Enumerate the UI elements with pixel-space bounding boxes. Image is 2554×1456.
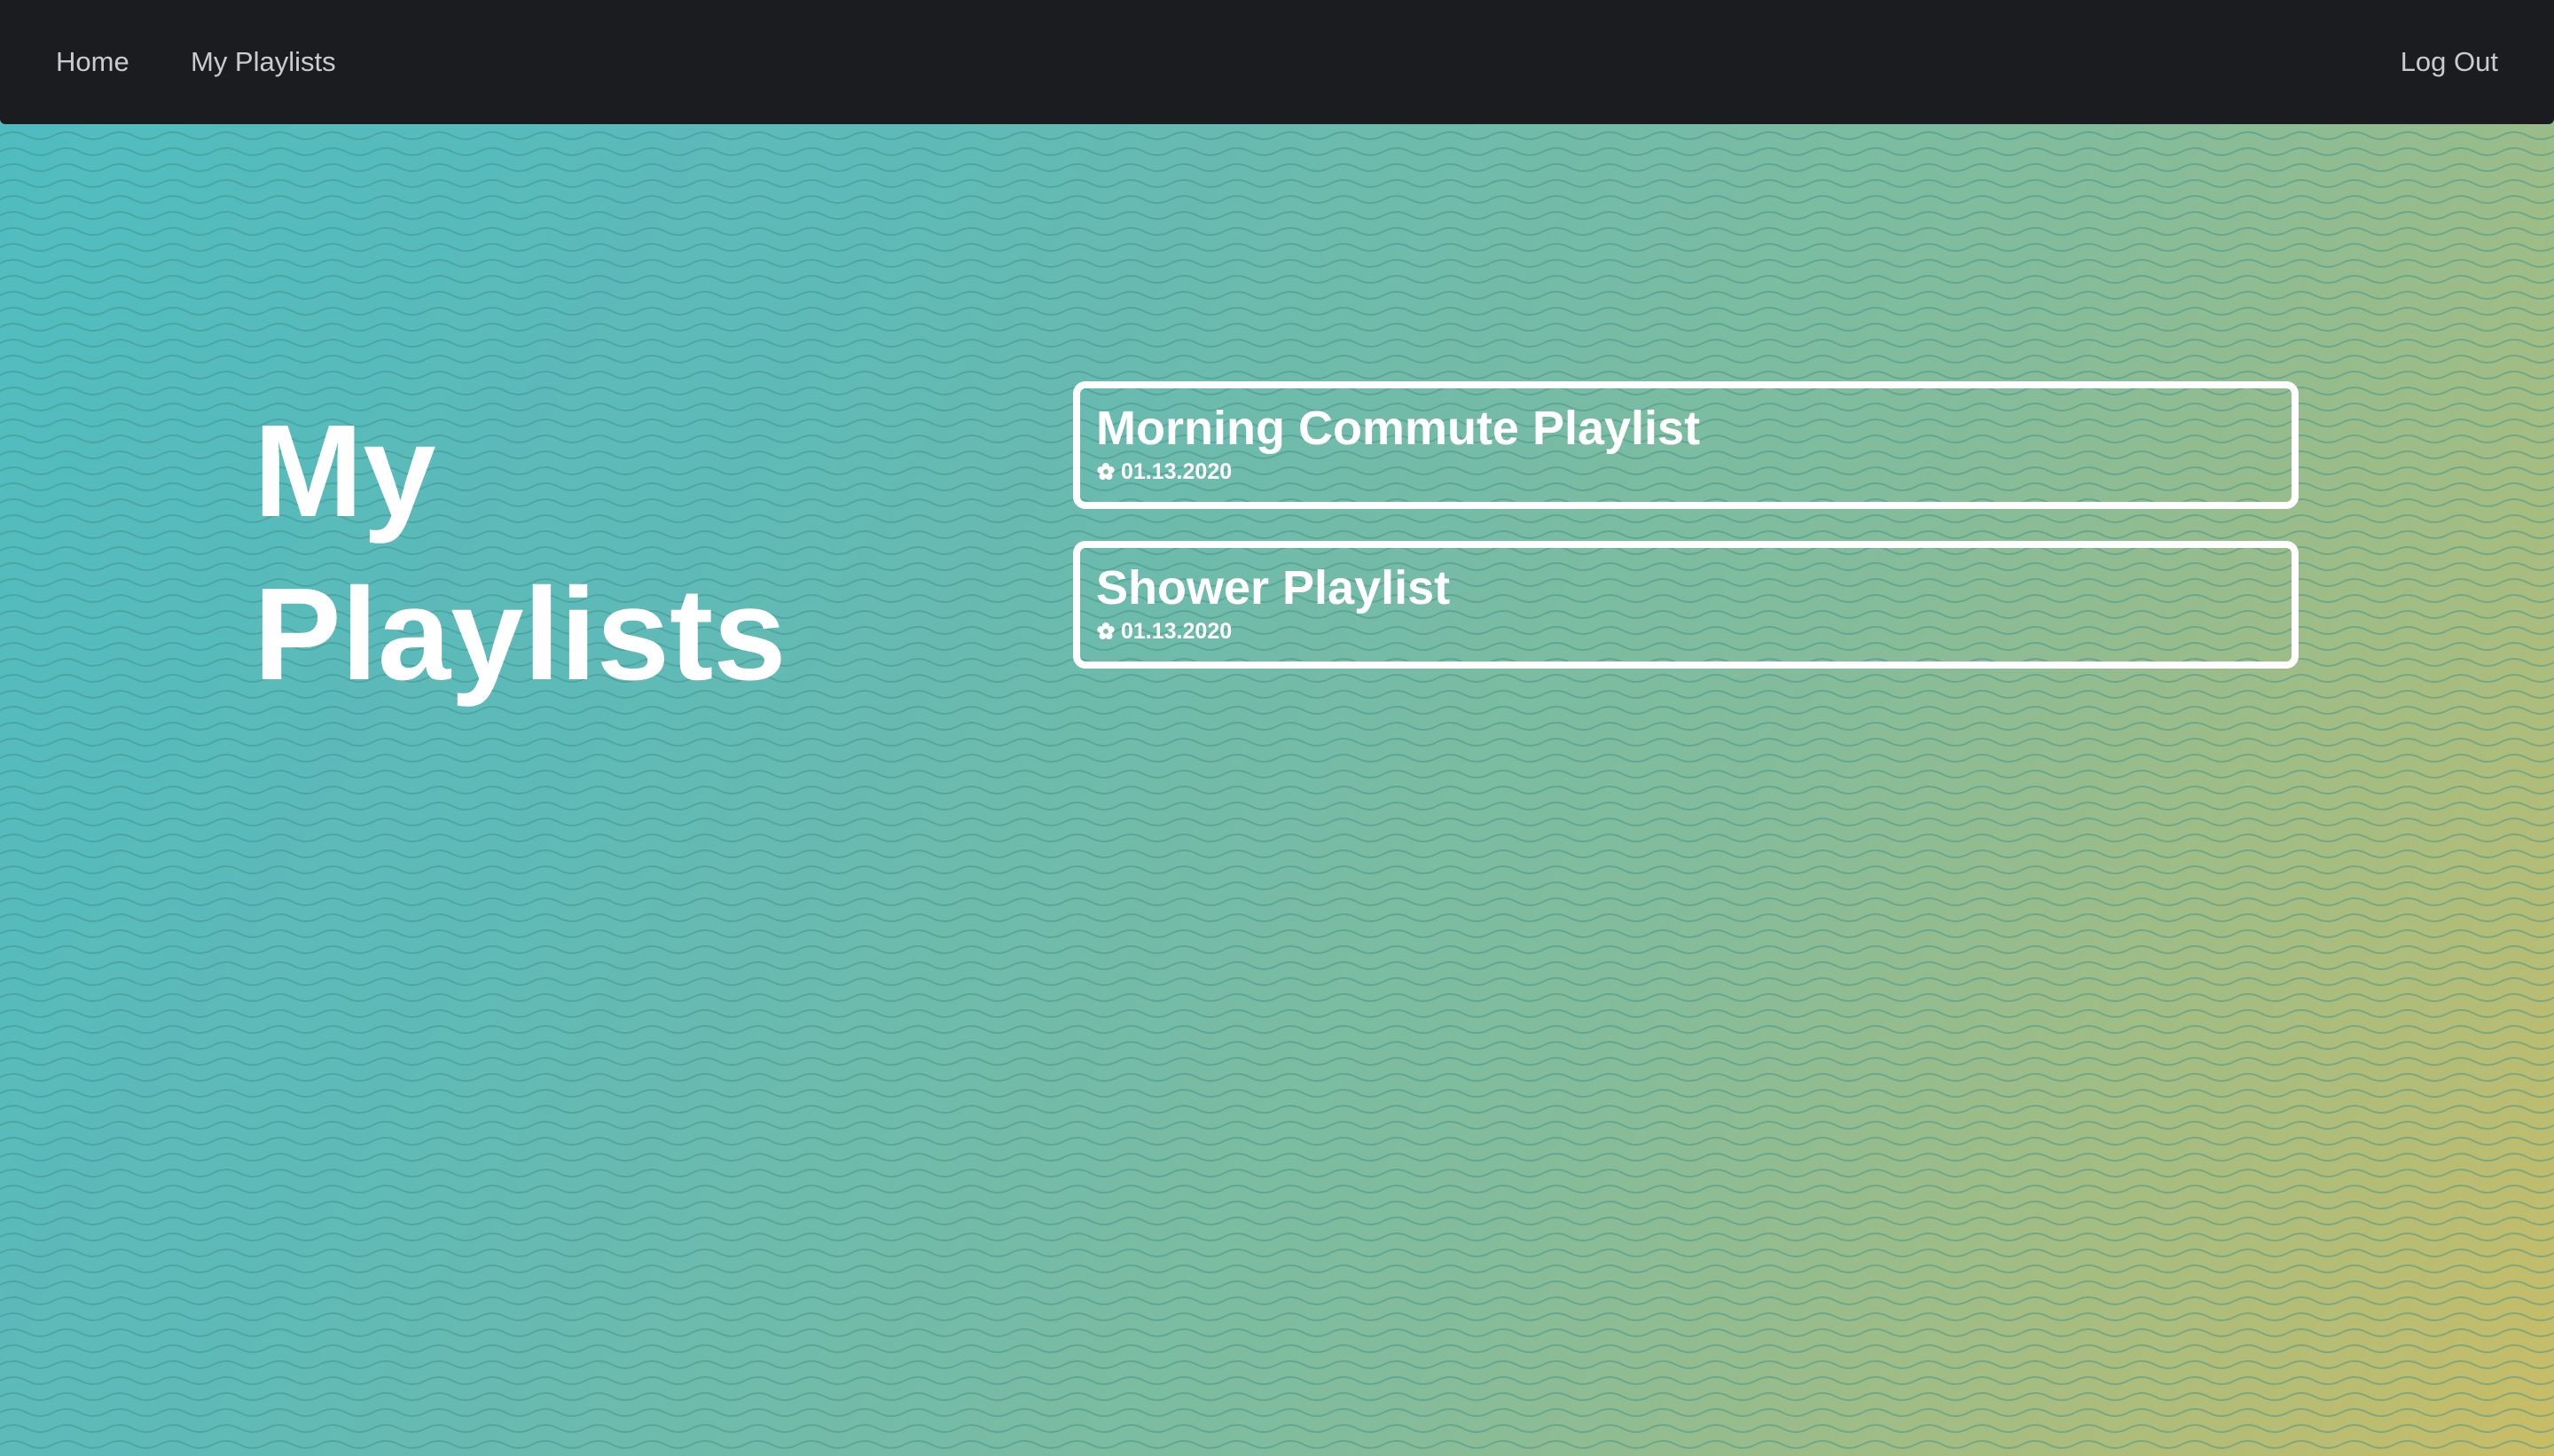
nav-home-link[interactable]: Home: [56, 0, 129, 124]
nav-my-playlists-link[interactable]: My Playlists: [191, 0, 336, 124]
flower-icon: [1097, 462, 1115, 481]
playlist-date: 01.13.2020: [1121, 459, 1233, 484]
nav-logout-link[interactable]: Log Out: [2401, 0, 2498, 124]
playlist-card-shower[interactable]: Shower Playlist 01.13.2020: [1073, 541, 2299, 669]
wave-pattern-background: [0, 0, 2554, 1456]
playlist-date: 01.13.2020: [1121, 619, 1233, 644]
playlist-list: Morning Commute Playlist 01.13.2020 Show…: [1073, 381, 2299, 701]
flower-icon: [1097, 622, 1115, 640]
playlist-date-row: 01.13.2020: [1096, 459, 2292, 484]
page-title: My Playlists: [254, 390, 803, 716]
playlist-card-morning-commute[interactable]: Morning Commute Playlist 01.13.2020: [1073, 381, 2299, 509]
top-navbar: Home My Playlists Log Out: [0, 0, 2554, 124]
page-title-line-1: My: [254, 398, 436, 544]
page-title-line-2: Playlists: [254, 561, 787, 708]
playlist-name: Morning Commute Playlist: [1096, 402, 1701, 455]
playlist-name: Shower Playlist: [1096, 561, 1451, 614]
playlist-date-row: 01.13.2020: [1096, 619, 2292, 644]
